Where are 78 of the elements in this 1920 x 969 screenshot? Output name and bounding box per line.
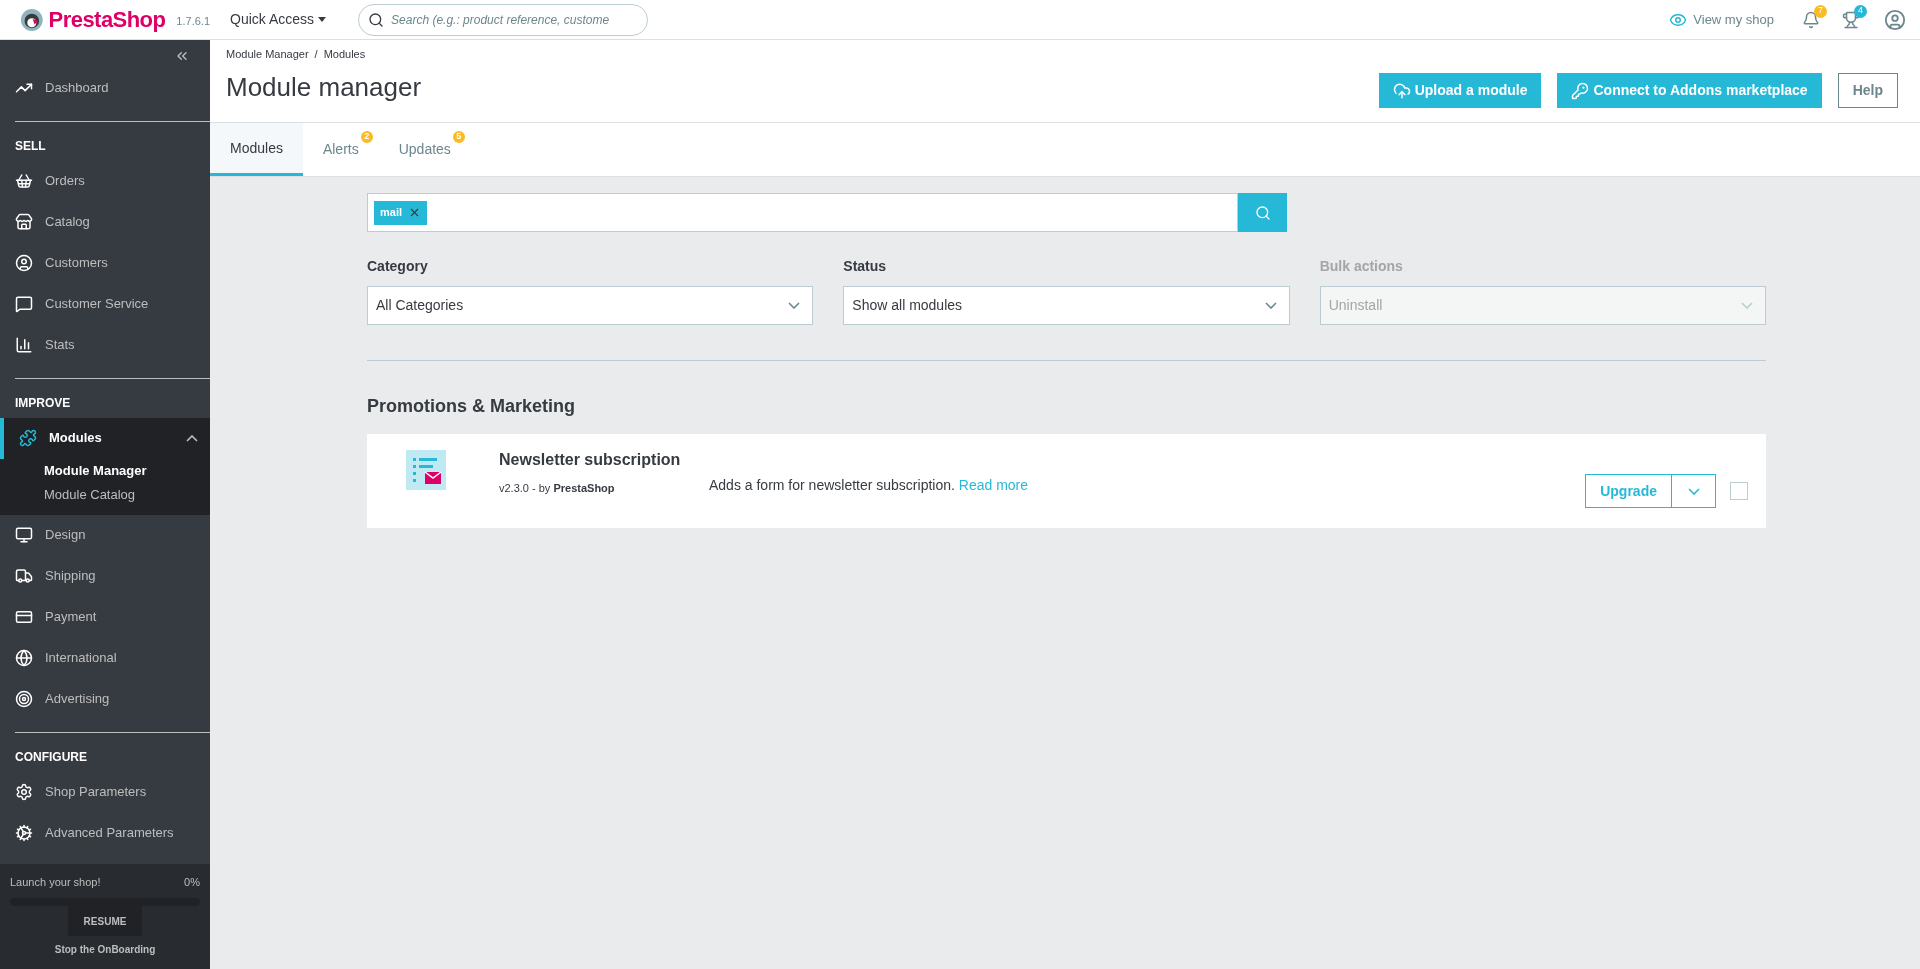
sidebar-item[interactable]: Orders bbox=[0, 160, 210, 202]
brand-name[interactable]: PrestaShop bbox=[48, 3, 166, 36]
settings-icon bbox=[15, 783, 33, 801]
chat-icon bbox=[15, 295, 33, 313]
select-label: Category bbox=[367, 257, 429, 276]
onboarding-title: Launch your shop! bbox=[10, 874, 101, 890]
bell-icon[interactable] bbox=[1802, 10, 1820, 29]
sidebar-item[interactable]: Modules bbox=[0, 417, 210, 459]
select-dropdown[interactable]: Show all modules bbox=[843, 286, 1290, 325]
chevron-down-icon bbox=[788, 302, 801, 309]
cloud-upload-icon bbox=[1392, 81, 1411, 100]
stop-onboarding-link[interactable]: Stop the OnBoarding bbox=[54, 942, 156, 957]
chevron-down-icon bbox=[1687, 487, 1700, 495]
cog-icon bbox=[15, 824, 33, 842]
puffin-logo bbox=[20, 6, 44, 33]
basket-icon bbox=[15, 172, 33, 190]
trophy-count: 4 bbox=[1854, 4, 1867, 18]
sidebar-item[interactable]: Payment bbox=[0, 596, 210, 638]
sidebar-item[interactable]: Dashboard bbox=[0, 67, 210, 109]
credit-card-icon bbox=[15, 608, 33, 626]
sidebar-item[interactable]: Shipping bbox=[0, 555, 210, 597]
tab[interactable]: Updates 5 bbox=[378, 123, 471, 176]
select-label: Status bbox=[843, 257, 888, 276]
store-icon bbox=[15, 213, 33, 231]
notification-count: 7 bbox=[1814, 4, 1827, 18]
chevron-up-icon[interactable] bbox=[186, 434, 198, 442]
chevron-down-icon bbox=[1264, 302, 1277, 309]
search-field[interactable]: Search (e.g.: product reference, custome bbox=[358, 3, 649, 36]
sidebar-item[interactable]: Customers bbox=[0, 242, 210, 284]
tab[interactable]: Modules bbox=[210, 123, 303, 176]
globe-icon bbox=[15, 649, 33, 667]
sidebar-item[interactable]: Shop Parameters bbox=[0, 771, 210, 813]
view-shop-link[interactable]: View my shop bbox=[1669, 9, 1774, 30]
key-icon bbox=[1571, 81, 1590, 100]
close-icon bbox=[408, 206, 421, 219]
resume-button[interactable]: RESUME bbox=[67, 906, 143, 936]
page-title: Module manager bbox=[226, 70, 423, 104]
module-checkbox[interactable] bbox=[1730, 482, 1748, 500]
section-heading: CONFIGURE bbox=[14, 748, 88, 766]
account-icon[interactable] bbox=[1884, 8, 1906, 31]
sidebar-item[interactable]: Advertising bbox=[0, 678, 210, 720]
section-title: Promotions & Marketing bbox=[367, 395, 577, 418]
module-version: v2.3.0 - by PrestaShop bbox=[499, 481, 616, 496]
breadcrumb-item[interactable]: Module Manager bbox=[226, 46, 309, 63]
select-label: Bulk actions bbox=[1319, 257, 1404, 276]
puzzle-icon bbox=[19, 429, 37, 447]
submenu-item[interactable]: Module Manager bbox=[0, 458, 210, 483]
tab-badge: 2 bbox=[360, 131, 373, 143]
breadcrumb-item[interactable]: Modules bbox=[323, 46, 366, 63]
monitor-icon bbox=[15, 526, 33, 544]
breadcrumb-separator: / bbox=[314, 47, 318, 62]
sidebar-item[interactable]: Stats bbox=[0, 324, 210, 366]
sidebar-item[interactable]: Advanced Parameters bbox=[0, 812, 210, 854]
onboarding-percent: 0% bbox=[184, 874, 200, 890]
newsletter-icon bbox=[405, 449, 447, 491]
target-icon bbox=[15, 690, 33, 708]
caret-icon bbox=[318, 17, 327, 22]
module-name: Newsletter subscription bbox=[499, 450, 682, 470]
sidebar-item[interactable]: Design bbox=[0, 514, 210, 556]
sidebar-item[interactable]: Customer Service bbox=[0, 283, 210, 325]
tab[interactable]: Alerts 2 bbox=[302, 123, 379, 176]
section-heading: SELL bbox=[14, 137, 47, 155]
help-button[interactable]: Help bbox=[1837, 73, 1898, 108]
truck-icon bbox=[15, 567, 33, 585]
version-text: 1.7.6.1 bbox=[176, 14, 210, 30]
tab-badge: 5 bbox=[452, 131, 465, 143]
sidebar-item[interactable]: International bbox=[0, 637, 210, 679]
sidebar-item[interactable]: Catalog bbox=[0, 201, 210, 243]
bar-chart-icon bbox=[15, 336, 33, 354]
search-icon bbox=[1254, 204, 1271, 221]
section-heading: IMPROVE bbox=[14, 394, 72, 412]
search-icon bbox=[368, 11, 385, 28]
module-description: Adds a form for newsletter subscription. Read more bbox=[709, 476, 1030, 495]
user-icon bbox=[15, 254, 33, 272]
select-dropdown[interactable]: All Categories bbox=[367, 286, 814, 325]
submenu-item[interactable]: Module Catalog bbox=[0, 482, 210, 507]
quick-access-dropdown[interactable]: Quick Access bbox=[230, 9, 327, 30]
chevron-down-icon bbox=[1741, 302, 1753, 309]
